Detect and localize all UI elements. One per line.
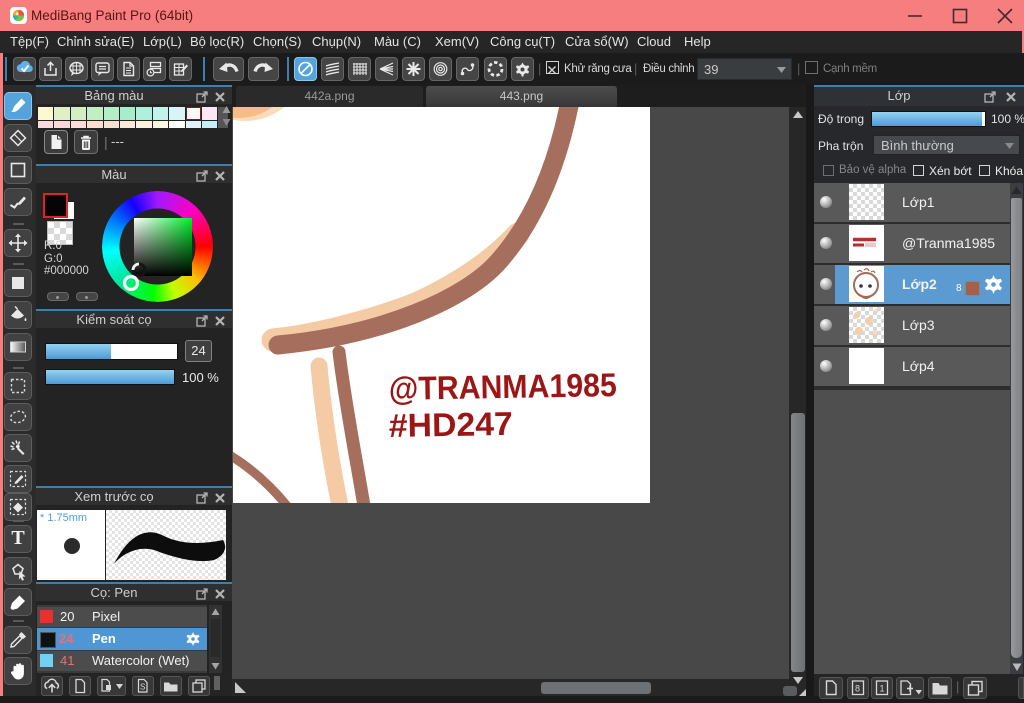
svg-text:#HD247: #HD247 (388, 405, 513, 444)
svg-text:S: S (140, 683, 145, 692)
svg-text:8: 8 (855, 684, 860, 694)
svg-text:1: 1 (880, 684, 885, 694)
svg-text:@TRANMA1985: @TRANMA1985 (388, 366, 617, 407)
